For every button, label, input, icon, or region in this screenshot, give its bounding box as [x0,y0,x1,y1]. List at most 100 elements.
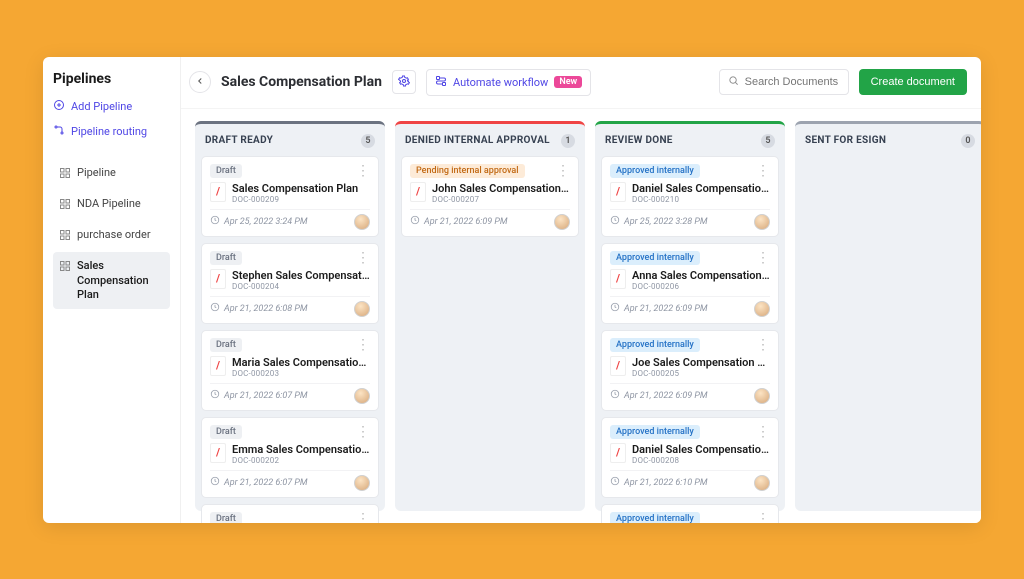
pipeline-routing-action[interactable]: Pipeline routing [53,124,170,139]
card-more-button[interactable]: ⋮ [756,512,770,523]
card-title: Daniel Sales Compensation Q1 [632,182,770,195]
document-id: DOC-000206 [632,282,770,291]
status-tag: Approved internally [610,425,700,439]
sidebar-title: Pipelines [53,71,170,87]
document-card[interactable]: Draft⋮/Sales Compensation PlanDOC-000209… [201,156,379,237]
topbar: Sales Compensation Plan Automate workflo… [181,57,981,109]
document-card[interactable]: Approved internally ⋮ / Daniel Sales Compen… [601,417,779,498]
column-header: DENIED INTERNAL APPROVAL 1 [401,130,579,150]
avatar [354,214,370,230]
document-icon: / [210,269,226,289]
kanban-column: DENIED INTERNAL APPROVAL1Pending interna… [395,121,585,511]
column-title: DENIED INTERNAL APPROVAL [405,135,550,146]
sidebar-item-label: purchase order [77,228,151,242]
card-more-button[interactable]: ⋮ [756,338,770,352]
document-card[interactable]: Approved internally⋮/Sales Compensation … [601,504,779,523]
card-timestamp: Apr 25, 2022 3:28 PM [610,215,708,228]
search-icon [728,75,739,89]
card-title: Daniel Sales Compensation Q1 [632,443,770,456]
card-more-button[interactable]: ⋮ [756,425,770,439]
clock-icon [610,215,620,228]
grid-icon [59,259,71,276]
app-shell: Pipelines Add Pipeline Pipeline routing … [43,57,981,523]
status-tag: Approved internally [610,338,700,352]
card-more-button[interactable]: ⋮ [756,164,770,178]
document-id: DOC-000210 [632,195,770,204]
automate-workflow-button[interactable]: Automate workflow New [426,69,591,96]
clock-icon [610,476,620,489]
card-timestamp: Apr 21, 2022 6:07 PM [210,389,308,402]
card-timestamp: Apr 21, 2022 6:09 PM [410,215,508,228]
card-more-button[interactable]: ⋮ [756,251,770,265]
sidebar-item-pipeline[interactable]: purchase order [53,221,170,252]
avatar [354,388,370,404]
card-title: Maria Sales Compensation Q1 [232,356,370,369]
sidebar-item-pipeline[interactable]: NDA Pipeline [53,190,170,221]
sidebar-item-label: Pipeline [77,166,116,180]
grid-icon [59,197,71,214]
back-button[interactable] [189,71,211,93]
routing-icon [53,124,65,139]
kanban-column: SENT FOR ESIGN0 [795,121,981,511]
column-count: 5 [361,134,375,148]
status-tag: Draft [210,425,242,439]
create-document-button[interactable]: Create document [859,69,967,95]
avatar [754,301,770,317]
card-more-button[interactable]: ⋮ [356,251,370,265]
document-icon: / [410,182,426,202]
pipeline-routing-label: Pipeline routing [71,125,147,138]
search-input[interactable] [745,76,840,88]
column-count: 0 [961,134,975,148]
clock-icon [210,215,220,228]
chevron-left-icon [195,75,205,89]
document-card[interactable]: Draft⋮/Maria Sales Compensation Q1DOC-00… [201,330,379,411]
status-tag: Draft [210,251,242,265]
grid-icon [59,166,71,183]
kanban-column: REVIEW DONE5Approved internally⋮/Daniel … [595,121,785,511]
add-pipeline-action[interactable]: Add Pipeline [53,99,170,114]
kanban-column: DRAFT READY 5 Draft ⋮ / Sales Compensation Pl… [195,121,385,511]
document-card[interactable]: Approved internally⋮/Joe Sales Compensat… [601,330,779,411]
column-title: DRAFT READY [205,135,273,146]
card-more-button[interactable]: ⋮ [356,164,370,178]
avatar [754,214,770,230]
card-title: Anna Sales Compensation Q1 [632,269,770,282]
column-header: DRAFT READY 5 [201,130,379,150]
card-title: Sales Compensation Plan [232,182,358,195]
clock-icon [610,302,620,315]
card-title: John Sales Compensation Q1 [432,182,570,195]
document-card[interactable]: Pending internal approval⋮/John Sales Co… [401,156,579,237]
search-box[interactable] [719,69,849,95]
kanban-board: DRAFT READY 5 Draft ⋮ / Sales Compensation Pl… [181,109,981,523]
card-more-button[interactable]: ⋮ [556,164,570,178]
card-timestamp: Apr 21, 2022 6:10 PM [610,476,708,489]
column-count: 1 [561,134,575,148]
document-icon: / [610,269,626,289]
sidebar-item-pipeline[interactable]: Sales Compensation Plan [53,252,170,309]
document-card[interactable]: Draft⋮/Stephen Sales Compensation Q1DOC-… [201,243,379,324]
document-icon: / [210,356,226,376]
settings-button[interactable] [392,70,416,94]
avatar [554,214,570,230]
document-id: DOC-000204 [232,282,370,291]
gear-icon [398,75,410,90]
sidebar-item-pipeline[interactable]: Pipeline [53,159,170,190]
document-card[interactable]: Draft⋮/Emma Sales Compensation Q1DOC-000… [201,417,379,498]
avatar [354,301,370,317]
plus-circle-icon [53,99,65,114]
document-icon: / [610,443,626,463]
document-icon: / [610,356,626,376]
document-icon: / [210,182,226,202]
card-more-button[interactable]: ⋮ [356,425,370,439]
column-header: SENT FOR ESIGN0 [801,130,979,150]
card-more-button[interactable]: ⋮ [356,512,370,523]
avatar [354,475,370,491]
document-icon: / [210,443,226,463]
document-card[interactable]: Approved internally⋮/Anna Sales Compensa… [601,243,779,324]
document-card[interactable]: Draft⋮/Jacob Sales Compensation Q1DOC-00… [201,504,379,523]
document-icon: / [610,182,626,202]
sidebar: Pipelines Add Pipeline Pipeline routing … [43,57,181,523]
card-more-button[interactable]: ⋮ [356,338,370,352]
document-card[interactable]: Approved internally⋮/Daniel Sales Compen… [601,156,779,237]
document-id: DOC-000207 [432,195,570,204]
